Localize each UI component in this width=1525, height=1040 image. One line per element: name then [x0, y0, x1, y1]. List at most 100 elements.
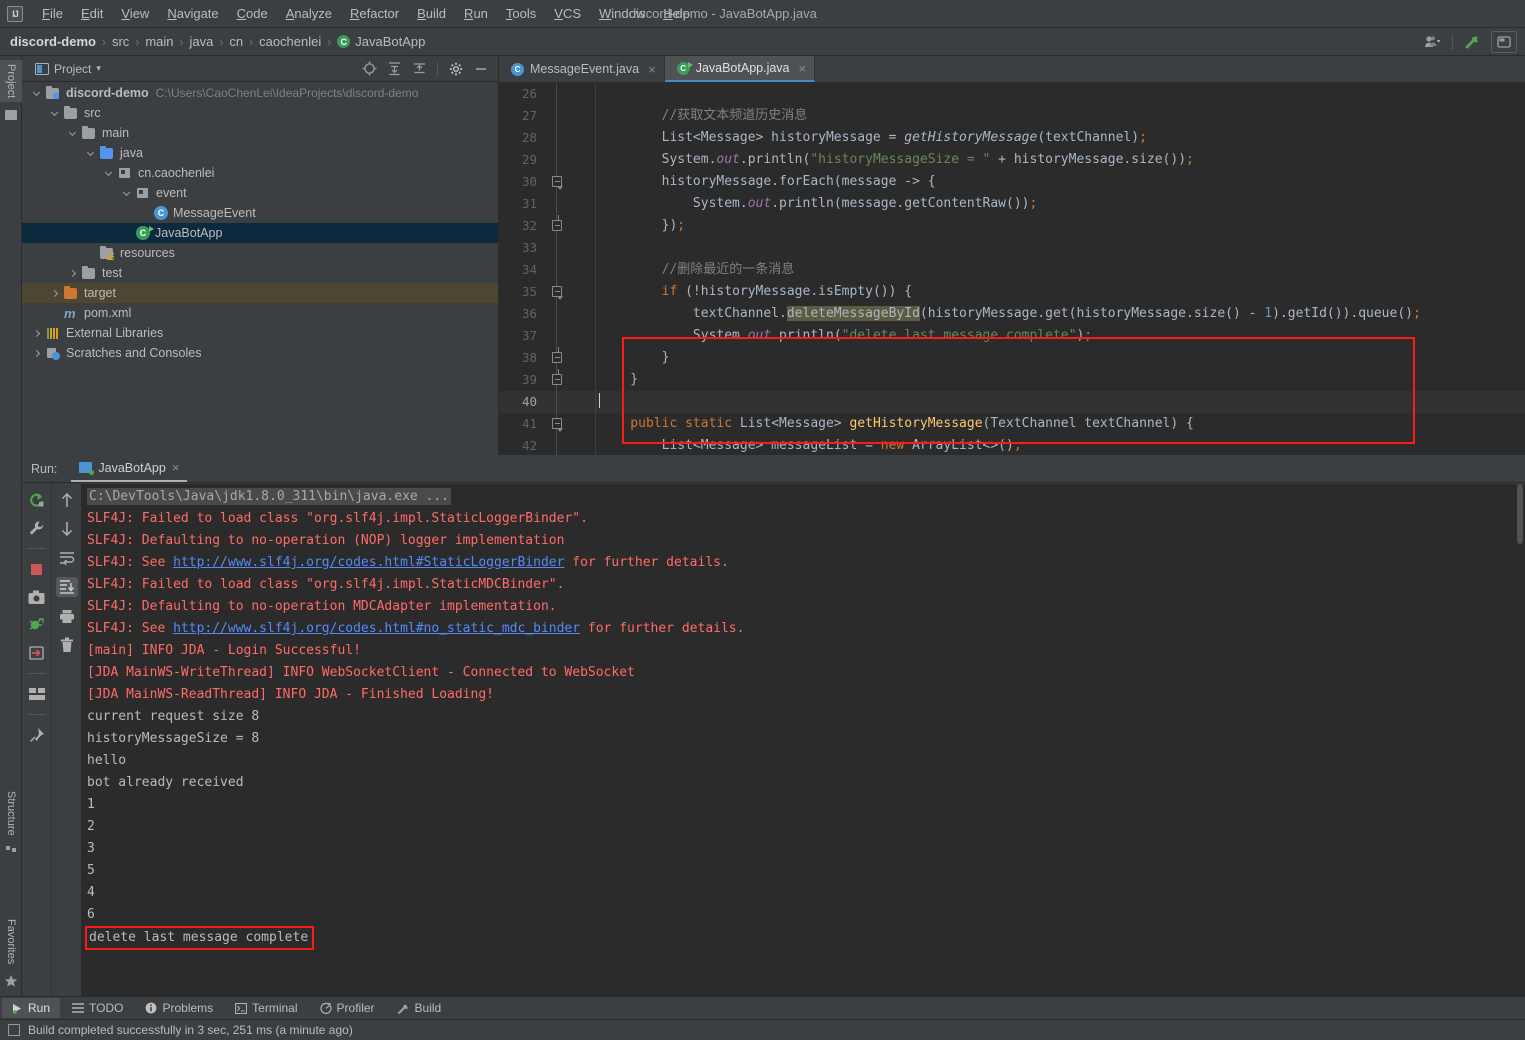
menu-item-navigate[interactable]: Navigate	[158, 3, 227, 24]
bottom-tab-build[interactable]: Build	[387, 998, 452, 1018]
code-line-39[interactable]: 39 }	[499, 369, 1525, 391]
console-scrollbar[interactable]	[1515, 484, 1525, 1000]
collapse-all-icon[interactable]	[408, 58, 430, 80]
code-line-28[interactable]: 28 List<Message> historyMessage = getHis…	[499, 127, 1525, 149]
tree-node-pom-xml[interactable]: m pom.xml	[22, 303, 498, 323]
tree-node-src[interactable]: src	[22, 103, 498, 123]
menu-item-code[interactable]: Code	[228, 3, 277, 24]
code-fold-end-icon[interactable]	[552, 369, 562, 385]
tree-node-scratches-and-consoles[interactable]: Scratches and Consoles	[22, 343, 498, 363]
debug-thread-dump-icon[interactable]	[26, 615, 48, 635]
code-line-34[interactable]: 34 //删除最近的一条消息	[499, 259, 1525, 281]
soft-wrap-icon[interactable]	[56, 548, 78, 568]
user-settings-icon[interactable]	[1422, 31, 1444, 53]
code-line-35[interactable]: 35 if (!historyMessage.isEmpty()) {	[499, 281, 1525, 303]
chevron-down-icon[interactable]	[104, 168, 114, 178]
print-icon[interactable]	[56, 606, 78, 626]
menu-item-view[interactable]: View	[112, 3, 158, 24]
code-editor[interactable]: 26 27 //获取文本频道历史消息 28 List<Message> histor…	[499, 83, 1525, 455]
code-fold-start-icon[interactable]	[552, 418, 563, 432]
tree-node-main[interactable]: main	[22, 123, 498, 143]
code-fold-start-icon[interactable]	[552, 176, 563, 190]
code-fold-start-icon[interactable]	[552, 286, 563, 300]
arrow-down-icon[interactable]	[56, 519, 78, 539]
tree-node-resources[interactable]: resources	[22, 243, 498, 263]
run-tab-javabotapp[interactable]: JavaBotApp ×	[71, 456, 188, 482]
close-icon[interactable]: ×	[648, 62, 656, 77]
menu-item-analyze[interactable]: Analyze	[277, 3, 341, 24]
expand-all-icon[interactable]	[383, 58, 405, 80]
scroll-to-end-icon[interactable]	[55, 577, 78, 597]
layout-settings-icon[interactable]	[26, 684, 48, 704]
code-line-40[interactable]: 40	[499, 391, 1525, 413]
code-line-36[interactable]: 36 textChannel.deleteMessageById(history…	[499, 303, 1525, 325]
tree-node-cn-caochenlei[interactable]: cn.caochenlei	[22, 163, 498, 183]
close-icon[interactable]: ×	[799, 61, 807, 76]
chevron-right-icon[interactable]	[32, 328, 42, 338]
code-line-29[interactable]: 29 System.out.println("historyMessageSiz…	[499, 149, 1525, 171]
breadcrumb-item-discord-demo[interactable]: discord-demo	[10, 34, 96, 49]
bottom-tab-problems[interactable]: Problems	[135, 998, 223, 1018]
chevron-right-icon[interactable]	[32, 348, 42, 358]
menu-item-tools[interactable]: Tools	[497, 3, 545, 24]
bottom-tab-todo[interactable]: TODO	[62, 998, 133, 1018]
sidebar-item-favorites[interactable]: Favorites	[0, 915, 22, 968]
menu-item-vcs[interactable]: VCS	[545, 3, 590, 24]
trash-delete-icon[interactable]	[56, 635, 78, 655]
breadcrumb-item-caochenlei[interactable]: caochenlei	[259, 34, 321, 49]
bottom-tab-profiler[interactable]: Profiler	[310, 998, 385, 1018]
editor-tab-javabotapp-java[interactable]: C JavaBotApp.java ×	[664, 56, 816, 82]
code-line-26[interactable]: 26	[499, 83, 1525, 105]
tree-node-messageevent[interactable]: C MessageEvent	[22, 203, 498, 223]
breadcrumb-item-java[interactable]: java	[190, 34, 214, 49]
code-line-37[interactable]: 37 System.out.println("delete last messa…	[499, 325, 1525, 347]
tree-node-external-libraries[interactable]: External Libraries	[22, 323, 498, 343]
code-line-31[interactable]: 31 System.out.println(message.getContent…	[499, 193, 1525, 215]
code-line-41[interactable]: 41 public static List<Message> getHistor…	[499, 413, 1525, 435]
breadcrumb-item-javabotapp[interactable]: C JavaBotApp	[337, 34, 425, 49]
close-icon[interactable]: ×	[172, 460, 180, 475]
console-link[interactable]: http://www.slf4j.org/codes.html#StaticLo…	[173, 555, 564, 570]
chevron-down-icon[interactable]	[68, 128, 78, 138]
code-line-42[interactable]: 42 List<Message> messageList = new Array…	[499, 435, 1525, 455]
code-line-33[interactable]: 33	[499, 237, 1525, 259]
project-tree[interactable]: discord-demo C:\Users\CaoChenLei\IdeaProj…	[22, 83, 498, 455]
code-line-30[interactable]: 30 historyMessage.forEach(message -> {	[499, 171, 1525, 193]
breadcrumb-item-src[interactable]: src	[112, 34, 129, 49]
chevron-down-icon[interactable]	[32, 88, 42, 98]
export-import-icon[interactable]	[26, 643, 48, 663]
console-output[interactable]: C:\DevTools\Java\jdk1.8.0_311\bin\java.e…	[81, 484, 1525, 1000]
scrollbar-thumb[interactable]	[1517, 484, 1523, 544]
code-fold-end-icon[interactable]	[552, 215, 562, 231]
arrow-up-icon[interactable]	[56, 490, 78, 510]
tree-node-test[interactable]: test	[22, 263, 498, 283]
rerun-icon[interactable]	[26, 490, 48, 510]
menu-item-refactor[interactable]: Refactor	[341, 3, 408, 24]
breadcrumb-item-cn[interactable]: cn	[229, 34, 243, 49]
bottom-tab-run[interactable]: Run	[2, 998, 61, 1018]
code-line-38[interactable]: 38 }	[499, 347, 1525, 369]
hide-panel-icon[interactable]	[470, 58, 492, 80]
chevron-down-icon[interactable]	[86, 148, 96, 158]
project-panel-title[interactable]: Project ▾	[35, 62, 101, 76]
wrench-settings-icon[interactable]	[26, 518, 48, 538]
pin-icon[interactable]	[26, 725, 48, 745]
chevron-down-icon[interactable]: ▾	[96, 63, 101, 74]
camera-screenshot-icon[interactable]	[26, 587, 48, 607]
console-link[interactable]: http://www.slf4j.org/codes.html#no_stati…	[173, 621, 580, 636]
code-fold-end-icon[interactable]	[552, 347, 562, 363]
bottom-tab-terminal[interactable]: Terminal	[225, 998, 307, 1018]
breadcrumb-item-main[interactable]: main	[145, 34, 173, 49]
menu-item-run[interactable]: Run	[455, 3, 497, 24]
tree-node-discord-demo[interactable]: discord-demo C:\Users\CaoChenLei\IdeaProj…	[22, 83, 498, 103]
tree-node-java[interactable]: java	[22, 143, 498, 163]
chevron-down-icon[interactable]	[50, 108, 60, 118]
scroll-from-source-icon[interactable]	[358, 58, 380, 80]
sidebar-item-project[interactable]: Project	[0, 60, 22, 103]
menu-item-edit[interactable]: Edit	[72, 3, 112, 24]
gear-icon[interactable]	[445, 58, 467, 80]
tree-node-event[interactable]: event	[22, 183, 498, 203]
sidebar-item-structure[interactable]: Structure	[0, 787, 22, 840]
code-line-27[interactable]: 27 //获取文本频道历史消息	[499, 105, 1525, 127]
editor-tab-messageevent-java[interactable]: C MessageEvent.java ×	[499, 56, 665, 82]
